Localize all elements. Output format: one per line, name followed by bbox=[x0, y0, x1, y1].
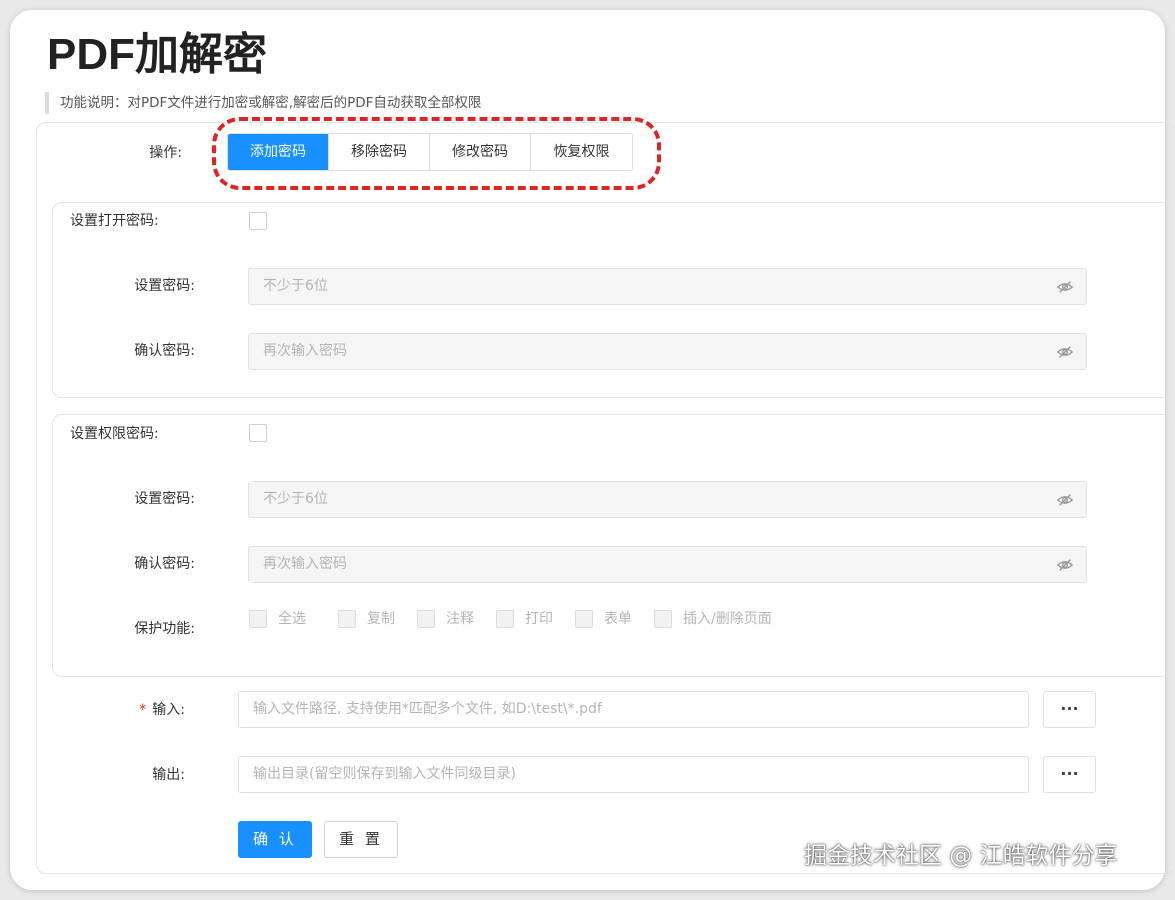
open-confirm-password-label: 确认密码: bbox=[134, 343, 195, 359]
perm-confirm-password-placeholder: 再次输入密码 bbox=[263, 556, 347, 572]
checkbox[interactable] bbox=[654, 610, 672, 628]
checkbox[interactable] bbox=[249, 610, 267, 628]
protect-option-label: 打印 bbox=[525, 611, 553, 627]
protect-option-label: 全选 bbox=[278, 611, 306, 627]
input-path-placeholder: 输入文件路径, 支持使用*匹配多个文件, 如D:\test\*.pdf bbox=[253, 701, 602, 717]
open-confirm-password-placeholder: 再次输入密码 bbox=[263, 343, 347, 359]
confirm-button[interactable]: 确 认 bbox=[238, 821, 312, 858]
protect-option-label: 复制 bbox=[367, 611, 395, 627]
input-path-field[interactable]: 输入文件路径, 支持使用*匹配多个文件, 如D:\test\*.pdf bbox=[238, 691, 1029, 728]
tab-change-password[interactable]: 修改密码 bbox=[430, 134, 531, 170]
operation-label: 操作: bbox=[149, 145, 182, 161]
open-password-toggle-label: 设置打开密码: bbox=[70, 213, 159, 229]
input-label-text: 输入: bbox=[152, 702, 185, 718]
checkbox[interactable] bbox=[338, 610, 356, 628]
browse-input-button[interactable]: ··· bbox=[1043, 691, 1096, 728]
open-set-password-placeholder: 不少于6位 bbox=[263, 278, 328, 294]
perm-set-password-placeholder: 不少于6位 bbox=[263, 491, 328, 507]
output-dir-placeholder: 输出目录(留空则保存到输入文件同级目录) bbox=[253, 766, 516, 782]
open-password-checkbox[interactable] bbox=[249, 212, 267, 230]
perm-set-password-input[interactable]: 不少于6位 bbox=[248, 481, 1087, 518]
operation-segmented-control: 添加密码 移除密码 修改密码 恢复权限 bbox=[227, 133, 633, 171]
open-confirm-password-input[interactable]: 再次输入密码 bbox=[248, 333, 1087, 370]
protect-option-label: 表单 bbox=[604, 611, 632, 627]
checkbox[interactable] bbox=[417, 610, 435, 628]
protect-option-label: 插入/删除页面 bbox=[683, 611, 772, 627]
reset-button[interactable]: 重 置 bbox=[324, 821, 398, 858]
eye-off-icon[interactable] bbox=[1056, 343, 1074, 361]
eye-off-icon[interactable] bbox=[1056, 278, 1074, 296]
permission-password-toggle-label: 设置权限密码: bbox=[70, 426, 159, 442]
open-set-password-input[interactable]: 不少于6位 bbox=[248, 268, 1087, 305]
checkbox[interactable] bbox=[575, 610, 593, 628]
perm-set-password-label: 设置密码: bbox=[134, 491, 195, 507]
tab-restore-permissions[interactable]: 恢复权限 bbox=[531, 134, 632, 170]
eye-off-icon[interactable] bbox=[1056, 556, 1074, 574]
perm-confirm-password-label: 确认密码: bbox=[134, 556, 195, 572]
perm-confirm-password-input[interactable]: 再次输入密码 bbox=[248, 546, 1087, 583]
output-label: 输出: bbox=[152, 767, 185, 783]
checkbox[interactable] bbox=[496, 610, 514, 628]
required-mark: * bbox=[139, 702, 147, 718]
open-set-password-label: 设置密码: bbox=[134, 278, 195, 294]
protect-option-label: 注释 bbox=[446, 611, 474, 627]
page-title: PDF加解密 bbox=[47, 30, 267, 79]
protect-label: 保护功能: bbox=[134, 621, 195, 637]
browse-output-button[interactable]: ··· bbox=[1043, 756, 1096, 793]
input-label: * 输入: bbox=[110, 700, 185, 720]
feature-description: 功能说明：对PDF文件进行加密或解密,解密后的PDF自动获取全部权限 bbox=[45, 92, 481, 114]
output-dir-field[interactable]: 输出目录(留空则保存到输入文件同级目录) bbox=[238, 756, 1029, 793]
watermark: 掘金技术社区 @ 江皓软件分享 bbox=[804, 843, 1118, 869]
tab-remove-password[interactable]: 移除密码 bbox=[329, 134, 430, 170]
permission-password-checkbox[interactable] bbox=[249, 424, 267, 442]
tab-add-password[interactable]: 添加密码 bbox=[228, 134, 329, 170]
eye-off-icon[interactable] bbox=[1056, 491, 1074, 509]
